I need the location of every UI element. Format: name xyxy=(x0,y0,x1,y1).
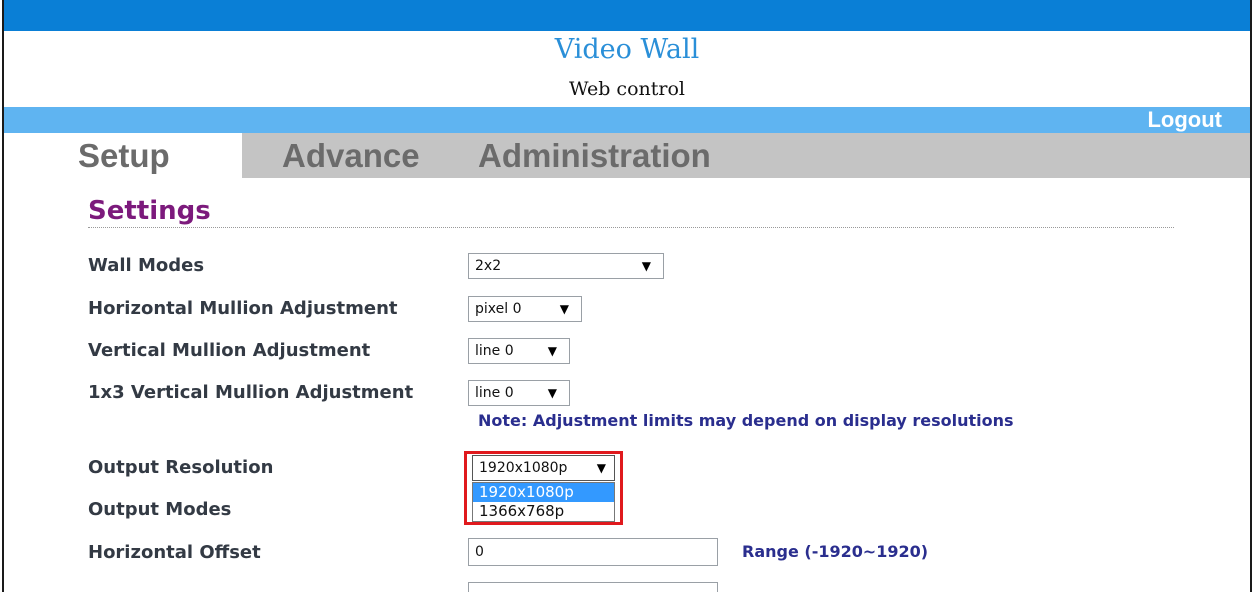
chevron-down-icon: ▼ xyxy=(547,386,557,400)
output-modes-label: Output Modes xyxy=(88,499,232,520)
resolution-option-1920x1080p[interactable]: 1920x1080p xyxy=(473,483,614,502)
chevron-down-icon: ▼ xyxy=(559,302,569,316)
resolution-option-1366x768p[interactable]: 1366x768p xyxy=(473,502,614,521)
wall-modes-label: Wall Modes xyxy=(88,255,205,276)
tab-advance[interactable]: Advance xyxy=(282,133,420,178)
chevron-down-icon: ▼ xyxy=(547,344,557,358)
vertical-offset-input[interactable] xyxy=(468,582,718,592)
wall-modes-select[interactable]: 2x2 ▼ xyxy=(468,253,664,279)
wall-modes-value: 2x2 xyxy=(475,258,502,274)
tab-administration[interactable]: Administration xyxy=(478,133,711,178)
page-title: Video Wall xyxy=(554,34,700,65)
top-banner xyxy=(4,0,1250,31)
chevron-down-icon: ▼ xyxy=(641,259,651,273)
output-resolution-value: 1920x1080p xyxy=(479,460,568,476)
horizontal-mullion-label: Horizontal Mullion Adjustment xyxy=(88,298,398,319)
section-divider xyxy=(88,227,1174,228)
page-subtitle: Web control xyxy=(569,78,685,100)
horizontal-mullion-select[interactable]: pixel 0 ▼ xyxy=(468,296,582,322)
vertical-mullion-select[interactable]: line 0 ▼ xyxy=(468,338,570,364)
horizontal-offset-range: Range (-1920∼1920) xyxy=(742,542,929,561)
output-resolution-dropdown: 1920x1080p 1366x768p xyxy=(472,482,615,522)
output-resolution-select[interactable]: 1920x1080p ▼ xyxy=(472,455,615,481)
horizontal-mullion-value: pixel 0 xyxy=(475,301,522,317)
vertical-mullion-1x3-value: line 0 xyxy=(475,385,514,401)
adjustment-note: Note: Adjustment limits may depend on di… xyxy=(478,411,1014,430)
tab-setup[interactable]: Setup xyxy=(78,133,170,178)
browser-page: Video Wall Web control Logout Setup Adva… xyxy=(2,0,1252,592)
horizontal-offset-input[interactable]: 0 xyxy=(468,538,718,566)
section-title: Settings xyxy=(88,196,211,226)
vertical-mullion-1x3-select[interactable]: line 0 ▼ xyxy=(468,380,570,406)
chevron-down-icon: ▼ xyxy=(596,461,606,475)
vertical-mullion-value: line 0 xyxy=(475,343,514,359)
logout-link[interactable]: Logout xyxy=(1147,107,1222,133)
output-resolution-label: Output Resolution xyxy=(88,457,274,478)
vertical-mullion-1x3-label: 1x3 Vertical Mullion Adjustment xyxy=(88,382,414,403)
vertical-mullion-label: Vertical Mullion Adjustment xyxy=(88,340,371,361)
horizontal-offset-label: Horizontal Offset xyxy=(88,542,261,563)
nav-bar xyxy=(4,107,1250,133)
